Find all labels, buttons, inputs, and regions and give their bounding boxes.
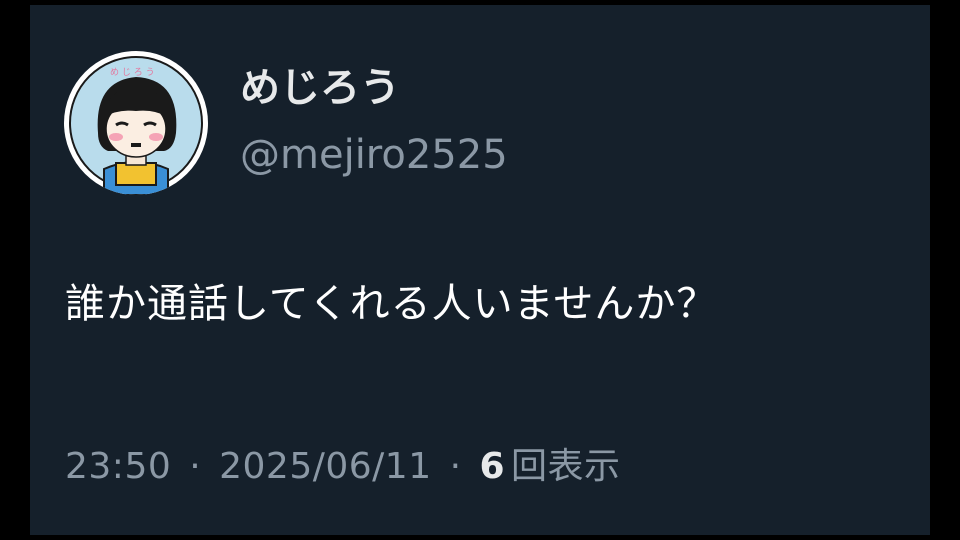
avatar[interactable]: め じ ろ う	[64, 51, 208, 195]
svg-text:め じ ろ う: め じ ろ う	[110, 67, 155, 78]
author-display-name[interactable]: めじろう	[240, 68, 400, 108]
view-count[interactable]: 6	[479, 446, 505, 487]
meta-separator: ·	[449, 446, 462, 487]
cartoon-avatar-icon: め じ ろ う	[69, 56, 203, 195]
tweet-time[interactable]: 23:50	[65, 446, 171, 487]
view-count-label[interactable]: 回表示	[511, 446, 621, 487]
author-handle[interactable]: @mejiro2525	[240, 135, 508, 175]
tweet-card: め じ ろ う めじろう @mejiro2525 誰か通話してくれる人いませんか…	[30, 5, 930, 535]
tweet-date[interactable]: 2025/06/11	[219, 446, 432, 487]
meta-separator: ·	[189, 446, 202, 487]
tweet-meta: 23:50 · 2025/06/11 · 6 回表示	[65, 449, 621, 485]
tweet-text: 誰か通話してくれる人いませんか？	[65, 281, 718, 327]
